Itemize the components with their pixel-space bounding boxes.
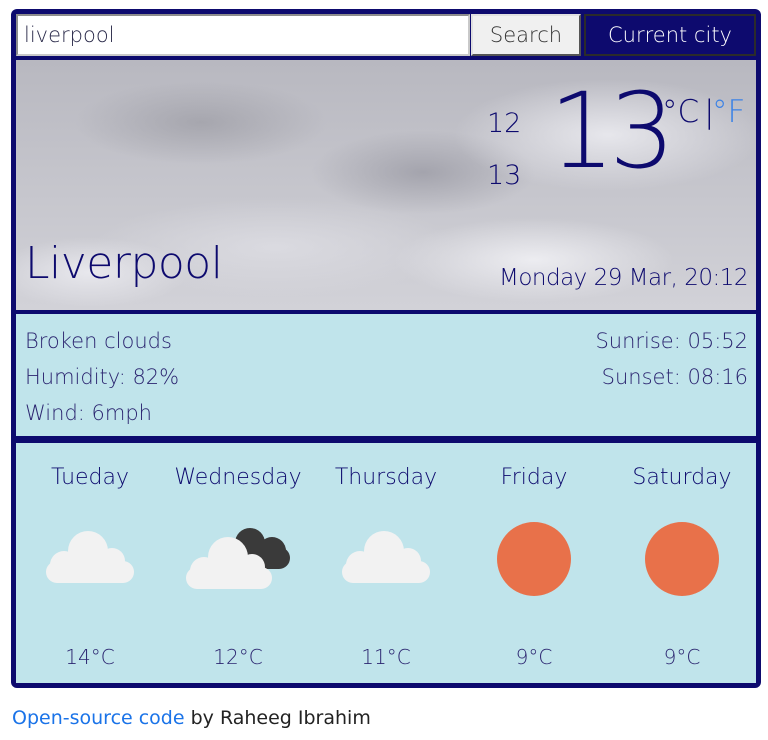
forecast-temp: 11°C: [361, 645, 411, 669]
forecast-day-name: Friday: [500, 465, 568, 490]
search-button[interactable]: Search: [471, 14, 581, 56]
cloud-icon: [340, 525, 432, 592]
temp-max: 12: [487, 108, 522, 139]
weather-hero: 12 13 13 °C | °F Liverpool Monday 29 Mar…: [16, 60, 756, 310]
fahrenheit-link[interactable]: °F: [712, 94, 745, 130]
sunrise: Sunrise: 05:52: [595, 329, 748, 353]
forecast-day: Saturday 9°C: [608, 443, 756, 683]
forecast-day-name: Saturday: [632, 465, 732, 490]
weather-description: Broken clouds: [25, 329, 172, 353]
weather-app: Search Current city 12 13 13 °C | °F Liv…: [11, 9, 761, 688]
current-temperature: 13: [549, 70, 675, 192]
current-datetime: Monday 29 Mar, 20:12: [499, 265, 749, 291]
forecast-day: Wednesday 12°C: [164, 443, 312, 683]
forecast-temp: 12°C: [213, 645, 263, 669]
weather-details: Broken clouds Humidity: 82% Wind: 6mph S…: [16, 314, 756, 436]
forecast-day-name: Tueday: [50, 465, 130, 490]
cloud-dark-cloud-icon: [184, 525, 292, 596]
forecast-day: Friday 9°C: [460, 443, 608, 683]
forecast-day: Tueday 14°C: [16, 443, 164, 683]
forecast-day: Thursday 11°C: [312, 443, 460, 683]
author-credit: by Raheeg Ibrahim: [184, 707, 371, 729]
cloud-icon: [44, 525, 136, 592]
sunset: Sunset: 08:16: [601, 365, 748, 389]
city-name: Liverpool: [25, 238, 223, 289]
wind: Wind: 6mph: [25, 401, 152, 425]
forecast-temp: 9°C: [663, 645, 701, 669]
footer: Open-source code by Raheeg Ibrahim: [12, 707, 371, 729]
forecast: Tueday 14°C Wednesday 12°C Thursday 11°C…: [16, 443, 756, 683]
current-city-button[interactable]: Current city: [584, 14, 756, 56]
sun-icon: [644, 521, 720, 602]
sun-icon: [496, 521, 572, 602]
source-code-link[interactable]: Open-source code: [12, 707, 185, 729]
forecast-temp: 14°C: [65, 645, 115, 669]
forecast-day-name: Thursday: [334, 465, 438, 490]
search-input[interactable]: [16, 14, 470, 56]
forecast-temp: 9°C: [515, 645, 553, 669]
temp-min: 13: [487, 160, 522, 191]
humidity: Humidity: 82%: [25, 365, 180, 389]
forecast-day-name: Wednesday: [174, 465, 302, 490]
celsius-unit: °C: [662, 94, 700, 130]
